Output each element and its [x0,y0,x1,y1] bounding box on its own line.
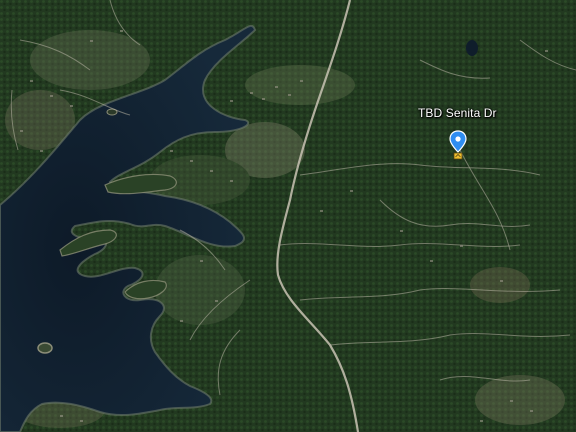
satellite-map[interactable]: TBD Senita Dr [0,0,576,432]
location-pin-icon[interactable] [448,130,468,160]
pond [466,40,478,56]
small-island [37,342,53,354]
satellite-imagery [0,0,576,432]
marker-label: TBD Senita Dr [418,106,497,120]
